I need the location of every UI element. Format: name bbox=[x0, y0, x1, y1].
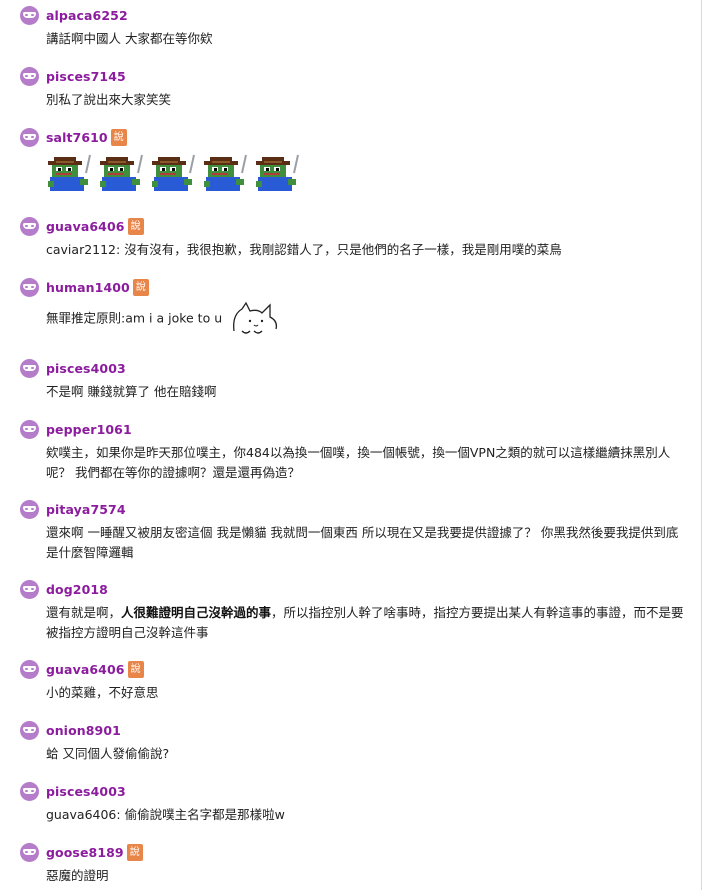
comment-item: dog2018 還有就是啊，人很難證明自己沒幹過的事，所以指控別人幹了啥事時，指… bbox=[20, 579, 690, 643]
private-badge: 說 bbox=[132, 278, 149, 296]
avatar[interactable] bbox=[20, 5, 39, 25]
avatar[interactable] bbox=[20, 66, 39, 86]
comment-text: caviar2112: 沒有沒有，我很抱歉，我剛認錯人了，只是他們的名子一樣，我… bbox=[46, 242, 562, 257]
username[interactable]: onion8901 bbox=[46, 723, 121, 738]
mask-icon bbox=[23, 283, 36, 290]
username[interactable]: pepper1061 bbox=[46, 422, 132, 437]
mask-icon bbox=[23, 585, 36, 592]
username[interactable]: pisces4003 bbox=[46, 361, 126, 376]
comment-item: alpaca6252 講話啊中國人 大家都在等你欸 bbox=[20, 5, 690, 49]
avatar[interactable] bbox=[20, 781, 39, 801]
username[interactable]: dog2018 bbox=[46, 582, 108, 597]
comment-text: 不是啊 賺錢就算了 他在賠錢啊 bbox=[46, 384, 217, 399]
comment-text: 惡魔的證明 bbox=[46, 868, 109, 883]
frog-sticker bbox=[48, 154, 91, 191]
username[interactable]: salt7610 bbox=[46, 130, 108, 145]
comment-item: pisces7145 別私了說出來大家笑笑 bbox=[20, 66, 690, 110]
frog-sticker bbox=[204, 154, 247, 191]
mask-icon bbox=[23, 222, 36, 229]
comment-item: guava6406 說 小的菜雞，不好意思 bbox=[20, 659, 690, 703]
comment-text: 講話啊中國人 大家都在等你欸 bbox=[46, 31, 213, 46]
private-badge: 說 bbox=[127, 660, 144, 678]
comment-item: pepper1061 欸噗主，如果你是昨天那位噗主，你484以為換一個噗，換一個… bbox=[20, 419, 690, 483]
comment-text: 別私了說出來大家笑笑 bbox=[46, 92, 172, 107]
comment-item: goose8189 說 惡魔的證明 bbox=[20, 842, 690, 886]
comment-text-bold: 人很難證明自己沒幹過的事 bbox=[121, 605, 272, 620]
mask-icon bbox=[23, 848, 36, 855]
avatar[interactable] bbox=[20, 842, 39, 862]
cat-emoticon bbox=[233, 301, 278, 334]
comment-item: pisces4003 不是啊 賺錢就算了 他在賠錢啊 bbox=[20, 358, 690, 402]
avatar[interactable] bbox=[20, 358, 39, 378]
avatar[interactable] bbox=[20, 579, 39, 599]
avatar[interactable] bbox=[20, 419, 39, 439]
avatar[interactable] bbox=[20, 499, 39, 519]
frog-sticker bbox=[152, 154, 195, 191]
private-badge: 說 bbox=[127, 217, 144, 235]
avatar[interactable] bbox=[20, 216, 39, 236]
private-badge: 說 bbox=[126, 843, 143, 861]
comment-item: guava6406 說 caviar2112: 沒有沒有，我很抱歉，我剛認錯人了… bbox=[20, 216, 690, 260]
username[interactable]: guava6406 bbox=[46, 662, 125, 677]
avatar[interactable] bbox=[20, 277, 39, 297]
comment-text: 蛤 又同個人發偷偷說? bbox=[46, 746, 170, 761]
comment-item: pitaya7574 還來啊 一睡醒又被朋友密這個 我是懶貓 我就問一個東西 所… bbox=[20, 499, 690, 563]
avatar[interactable] bbox=[20, 659, 39, 679]
username[interactable]: pisces4003 bbox=[46, 784, 126, 799]
username[interactable]: human1400 bbox=[46, 280, 130, 295]
private-badge: 說 bbox=[110, 128, 127, 146]
mask-icon bbox=[23, 505, 36, 512]
comment-text: 欸噗主，如果你是昨天那位噗主，你484以為換一個噗，換一個帳號，換一個VPN之類… bbox=[46, 445, 671, 480]
username[interactable]: pitaya7574 bbox=[46, 502, 126, 517]
avatar[interactable] bbox=[20, 127, 39, 147]
comment-text-row: 無罪推定原則:am i a joke to u bbox=[46, 301, 686, 337]
comment-item: human1400 說 無罪推定原則:am i a joke to u bbox=[20, 277, 690, 337]
mask-icon bbox=[23, 665, 36, 672]
comment-text-pre: 還有就是啊， bbox=[46, 605, 122, 620]
comment-item: onion8901 蛤 又同個人發偷偷說? bbox=[20, 720, 690, 764]
comment-text: guava6406: 偷偷說噗主名字都是那樣啦w bbox=[46, 807, 285, 822]
mask-icon bbox=[23, 72, 36, 79]
comment-text: 小的菜雞，不好意思 bbox=[46, 685, 159, 700]
frog-sticker bbox=[256, 154, 299, 191]
username[interactable]: goose8189 bbox=[46, 845, 124, 860]
username[interactable]: alpaca6252 bbox=[46, 8, 128, 23]
mask-icon bbox=[23, 11, 36, 18]
avatar[interactable] bbox=[20, 720, 39, 740]
frog-sticker bbox=[100, 154, 143, 191]
username[interactable]: pisces7145 bbox=[46, 69, 126, 84]
comment-text: 無罪推定原則:am i a joke to u bbox=[46, 310, 223, 326]
mask-icon bbox=[23, 364, 36, 371]
comment-text: 還來啊 一睡醒又被朋友密這個 我是懶貓 我就問一個東西 所以現在又是我要提供證據… bbox=[46, 525, 679, 560]
comment-text: 還有就是啊，人很難證明自己沒幹過的事，所以指控別人幹了啥事時，指控方要提出某人有… bbox=[46, 603, 686, 643]
username[interactable]: guava6406 bbox=[46, 219, 125, 234]
mask-icon bbox=[23, 726, 36, 733]
comment-item: pisces4003 guava6406: 偷偷說噗主名字都是那樣啦w bbox=[20, 781, 690, 825]
mask-icon bbox=[23, 425, 36, 432]
sticker-row bbox=[46, 153, 690, 193]
comment-item: salt7610 說 bbox=[20, 127, 690, 193]
mask-icon bbox=[23, 787, 36, 794]
mask-icon bbox=[23, 133, 36, 140]
